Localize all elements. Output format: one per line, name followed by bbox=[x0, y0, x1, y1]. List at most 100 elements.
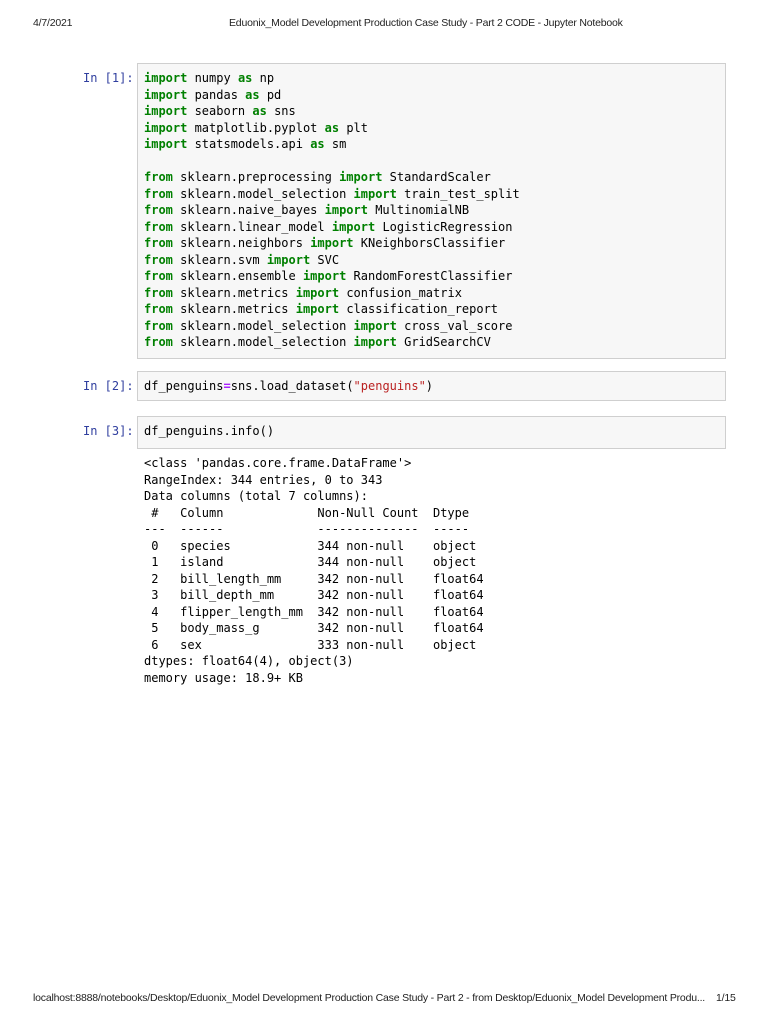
code-token: KNeighborsClassifier bbox=[353, 236, 506, 250]
keyword-token: from bbox=[144, 219, 173, 234]
code-token: df_penguins.info() bbox=[144, 424, 275, 438]
print-url: localhost:8888/notebooks/Desktop/Eduonix… bbox=[33, 992, 706, 1004]
code-line: from sklearn.model_selection import Grid… bbox=[144, 334, 719, 351]
keyword-token: import bbox=[331, 219, 376, 234]
keyword-token: as bbox=[310, 137, 325, 151]
code-token: LogisticRegression bbox=[375, 219, 513, 234]
code-token: numpy bbox=[187, 71, 238, 85]
code-input[interactable]: df_penguins.info() bbox=[137, 416, 726, 449]
keyword-token: from bbox=[144, 186, 173, 201]
code-token: cross_val_score bbox=[396, 318, 513, 333]
operator-token: = bbox=[223, 379, 231, 393]
code-token: sklearn.model_selection bbox=[172, 186, 354, 201]
keyword-token: import bbox=[144, 71, 188, 85]
code-token: MultinomialNB bbox=[367, 203, 470, 217]
code-token: sns.load_dataset( bbox=[230, 379, 354, 393]
keyword-token: import bbox=[353, 318, 397, 333]
code-token: SVC bbox=[310, 252, 340, 267]
code-token: sklearn.ensemble bbox=[172, 269, 303, 283]
keyword-token: import bbox=[302, 269, 347, 283]
code-line: from sklearn.linear_model import Logisti… bbox=[144, 219, 719, 236]
code-token: sklearn.metrics bbox=[172, 302, 296, 316]
code-line: from sklearn.model_selection import cros… bbox=[144, 318, 719, 335]
keyword-token: import bbox=[324, 203, 368, 217]
code-token: matplotlib.pyplot bbox=[187, 120, 325, 135]
output-line: 6 sex 333 non-null object bbox=[144, 637, 484, 652]
code-token: sns bbox=[266, 104, 296, 118]
code-token: sklearn.model_selection bbox=[172, 318, 354, 333]
code-token: confusion_matrix bbox=[339, 285, 462, 300]
output-line: RangeIndex: 344 entries, 0 to 343 bbox=[144, 472, 383, 487]
cell-prompt: In [1]: bbox=[83, 71, 134, 85]
code-token: df_penguins bbox=[144, 379, 224, 393]
code-line: df_penguins.info() bbox=[144, 423, 719, 440]
code-input[interactable]: df_penguins=sns.load_dataset("penguins") bbox=[137, 371, 726, 401]
code-input[interactable]: import numpy as np import pandas as pd imp… bbox=[137, 63, 726, 359]
code-token: sklearn.metrics bbox=[172, 285, 296, 300]
code-line: import seaborn as sns bbox=[144, 103, 719, 120]
code-token: sm bbox=[324, 137, 347, 151]
cell-prompt: In [2]: bbox=[83, 379, 134, 393]
code-token: np bbox=[252, 71, 275, 85]
code-token: sklearn.linear_model bbox=[172, 219, 332, 234]
code-line: from sklearn.neighbors import KNeighbors… bbox=[144, 235, 719, 252]
keyword-token: from bbox=[144, 318, 173, 333]
keyword-token: from bbox=[144, 203, 173, 217]
code-token: StandardScaler bbox=[382, 170, 491, 184]
cell-output: <class 'pandas.core.frame.DataFrame'> Ran… bbox=[144, 455, 484, 686]
code-line: import matplotlib.pyplot as plt bbox=[144, 120, 719, 137]
code-line: from sklearn.naive_bayes import Multinom… bbox=[144, 202, 719, 219]
code-line: from sklearn.metrics import classificati… bbox=[144, 301, 719, 318]
code-token: RandomForestClassifier bbox=[346, 269, 513, 283]
code-token: pandas bbox=[187, 87, 246, 102]
keyword-token: import bbox=[295, 285, 340, 300]
keyword-token: import bbox=[353, 186, 397, 201]
code-token: sklearn.naive_bayes bbox=[172, 203, 325, 217]
code-token: sklearn.model_selection bbox=[172, 335, 354, 349]
output-line: 5 body_mass_g 342 non-null float64 bbox=[144, 621, 484, 635]
keyword-token: import bbox=[295, 302, 340, 316]
print-date: 4/7/2021 bbox=[33, 17, 73, 29]
code-line: from sklearn.model_selection import trai… bbox=[144, 186, 719, 203]
code-line: import pandas as pd bbox=[144, 87, 719, 104]
keyword-token: import bbox=[266, 252, 311, 267]
code-token: sklearn.preprocessing bbox=[172, 170, 340, 184]
output-line: --- ------ -------------- ----- bbox=[144, 522, 484, 536]
keyword-token: import bbox=[144, 104, 188, 118]
code-token: plt bbox=[339, 120, 368, 135]
code-line: import numpy as np bbox=[144, 70, 719, 87]
keyword-token: from bbox=[144, 269, 173, 283]
keyword-token: from bbox=[144, 252, 173, 267]
keyword-token: from bbox=[144, 285, 173, 300]
output-line: memory usage: 18.9+ KB bbox=[144, 670, 303, 685]
code-line: from sklearn.preprocessing import Standa… bbox=[144, 169, 719, 186]
keyword-token: from bbox=[144, 170, 173, 184]
code-token: seaborn bbox=[187, 104, 253, 118]
keyword-token: as bbox=[324, 120, 340, 135]
code-token: statsmodels.api bbox=[187, 137, 311, 151]
output-line: 1 island 344 non-null object bbox=[144, 555, 484, 569]
string-token: "penguins" bbox=[353, 379, 426, 393]
keyword-token: from bbox=[144, 335, 173, 349]
keyword-token: import bbox=[144, 120, 188, 135]
code-token: sklearn.neighbors bbox=[172, 236, 311, 250]
keyword-token: import bbox=[353, 335, 397, 349]
output-line: 0 species 344 non-null object bbox=[144, 538, 484, 553]
keyword-token: from bbox=[144, 236, 173, 250]
output-line: 3 bill_depth_mm 342 non-null float64 bbox=[144, 588, 484, 602]
keyword-token: as bbox=[245, 87, 260, 102]
code-token: ) bbox=[425, 379, 434, 393]
output-line: <class 'pandas.core.frame.DataFrame'> bbox=[144, 456, 412, 470]
output-line: Data columns (total 7 columns): bbox=[144, 489, 368, 503]
code-token: sklearn.svm bbox=[172, 252, 267, 267]
keyword-token: import bbox=[144, 87, 188, 102]
print-page-number: 1/15 bbox=[716, 992, 736, 1004]
print-title: Eduonix_Model Development Production Cas… bbox=[229, 17, 623, 29]
code-token: pd bbox=[259, 87, 282, 102]
code-line: import statsmodels.api as sm bbox=[144, 136, 719, 153]
code-token: GridSearchCV bbox=[396, 335, 491, 349]
keyword-token: import bbox=[339, 170, 383, 184]
code-token: classification_report bbox=[339, 302, 499, 316]
cell-prompt: In [3]: bbox=[83, 424, 134, 438]
